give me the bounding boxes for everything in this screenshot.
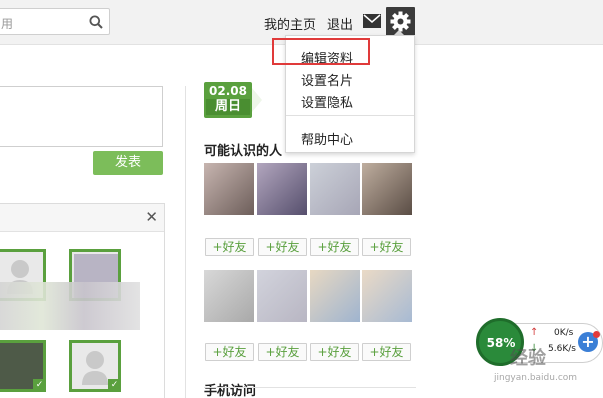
menu-item-help-center[interactable]: 帮助中心 [301,129,353,148]
default-avatar-icon [82,351,108,385]
add-friend-button[interactable]: +好友 [310,238,359,256]
search-input[interactable]: 用 [1,15,13,32]
download-speed: 5.6K/s [548,344,576,354]
highlight-box [272,38,370,65]
friend-thumbnail[interactable] [257,270,307,322]
checkmark-icon: ✓ [108,379,121,392]
date-badge-tab [252,88,262,112]
friend-thumbnail[interactable] [204,270,254,322]
add-friend-button[interactable]: +好友 [258,343,307,361]
upload-arrow-icon: ↑ [530,327,539,338]
friend-thumbnail[interactable] [362,163,412,215]
search-icon[interactable] [89,15,103,29]
logout-link[interactable]: 退出 [327,14,353,33]
column-divider [185,86,186,398]
date-text: 02.08 [209,84,247,98]
add-friend-button[interactable]: +好友 [362,238,411,256]
add-friend-button[interactable]: +好友 [362,343,411,361]
panel-header: ✕ [0,204,164,232]
menu-item-set-card[interactable]: 设置名片 [301,70,353,89]
my-homepage-link[interactable]: 我的主页 [264,14,316,33]
friend-thumbnail[interactable] [257,163,307,215]
friend-card[interactable]: ✓ [69,340,121,392]
watermark-url: jingyan.baidu.com [494,373,578,383]
notification-dot [593,331,600,338]
add-friend-button[interactable]: +好友 [310,343,359,361]
add-friend-button[interactable]: +好友 [205,238,254,256]
menu-divider [286,115,414,116]
menu-item-privacy[interactable]: 设置隐私 [301,92,353,111]
section-divider [204,387,416,388]
friend-thumbnail[interactable] [310,163,360,215]
weekday-text: 周日 [206,99,250,115]
checkmark-icon: ✓ [33,379,46,392]
pixelated-content [0,282,140,330]
mobile-access-title: 手机访问 [204,384,257,398]
friend-thumbnail[interactable] [204,163,254,215]
people-you-may-know-title: 可能认识的人 [204,144,283,159]
friend-card[interactable]: ✓ [0,340,46,392]
post-button[interactable]: 发表 [93,151,163,175]
post-textarea[interactable] [0,86,163,147]
envelope-icon[interactable] [361,11,383,31]
date-badge: 02.08 周日 [204,82,252,118]
upload-speed: 0K/s [554,328,574,338]
friend-thumbnail[interactable] [310,270,360,322]
close-icon[interactable]: ✕ [145,208,158,226]
watermark-text: 经验 [510,348,546,369]
friend-thumbnail[interactable] [362,270,412,322]
search-box[interactable]: 用 [0,8,110,35]
add-friend-button[interactable]: +好友 [258,238,307,256]
add-friend-button[interactable]: +好友 [205,343,254,361]
